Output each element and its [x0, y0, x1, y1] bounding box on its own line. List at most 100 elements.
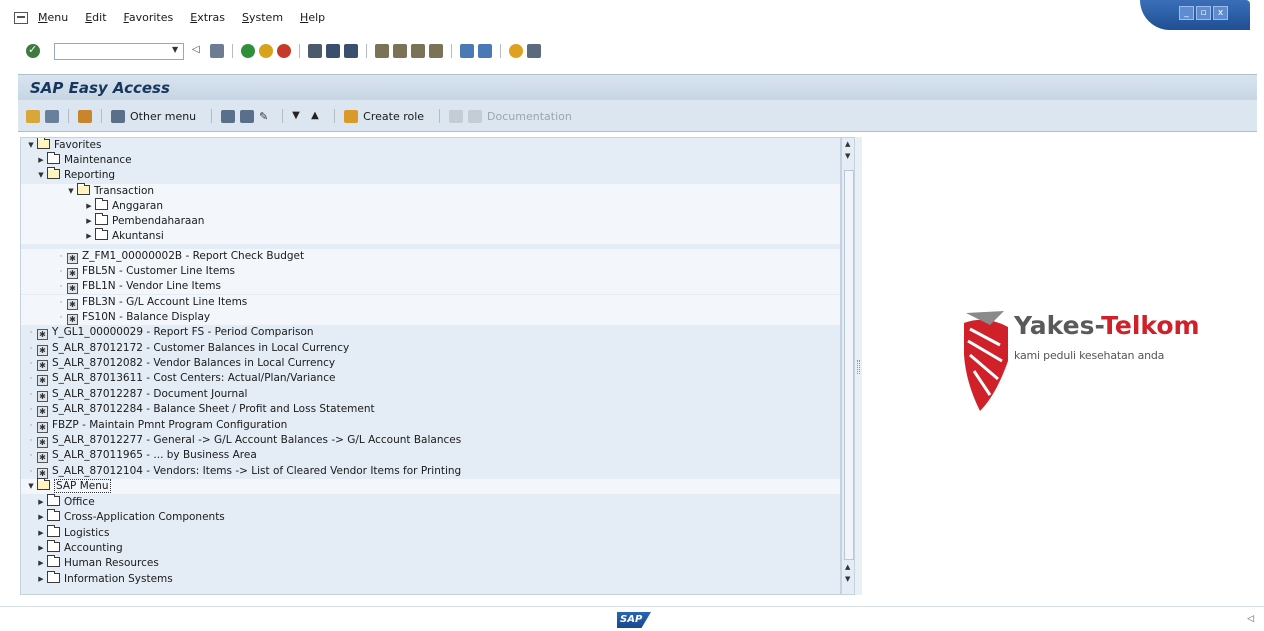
- tree-transaction-item[interactable]: · ✱ S_ALR_87012104 - Vendors: Items -> Lis…: [21, 464, 840, 479]
- scroll-up-icon[interactable]: ▲: [845, 140, 850, 148]
- tree-node-label: FBL5N - Customer Line Items: [82, 265, 236, 277]
- tree-node-office[interactable]: ▶ Office: [21, 494, 840, 510]
- expand-toggle-icon[interactable]: ▶: [37, 153, 45, 168]
- add-to-favorites-icon[interactable]: [221, 109, 236, 123]
- print-icon[interactable]: [308, 44, 322, 58]
- exit-icon[interactable]: [259, 44, 273, 58]
- expand-toggle-icon[interactable]: ▶: [85, 229, 93, 244]
- scroll-up-icon[interactable]: ▲: [845, 563, 850, 571]
- move-down-icon[interactable]: ▼: [292, 110, 306, 123]
- save-icon[interactable]: [210, 44, 224, 58]
- expand-toggle-icon[interactable]: ▶: [37, 495, 45, 510]
- minimize-button[interactable]: _: [1179, 6, 1194, 20]
- tree-node-pembendaharaan[interactable]: ▶ Pembendaharaan: [21, 213, 840, 229]
- tree-transaction-item[interactable]: · ✱ FBL1N - Vendor Line Items: [21, 279, 840, 294]
- tree-node-label: Human Resources: [64, 557, 159, 569]
- menu-extras[interactable]: Extras: [190, 11, 225, 24]
- first-page-icon[interactable]: [375, 44, 389, 58]
- tree-transaction-item[interactable]: · ✱ Y_GL1_00000029 - Report FS - Period Co…: [21, 325, 840, 340]
- tree-transaction-item[interactable]: · ✱ S_ALR_87012277 - General -> G/L Accoun…: [21, 433, 840, 448]
- tree-node-logistics[interactable]: ▶ Logistics: [21, 525, 840, 541]
- tree-transaction-item[interactable]: · ✱ Z_FM1_00000002B - Report Check Budget: [21, 249, 840, 264]
- menu-help[interactable]: Help: [300, 11, 325, 24]
- scroll-thumb[interactable]: [844, 170, 854, 560]
- tree-node-sap-menu[interactable]: ▼ SAP Menu: [21, 478, 840, 494]
- toolbar-separator: [500, 44, 501, 58]
- sap-menu-icon[interactable]: [45, 109, 59, 123]
- last-page-icon[interactable]: [429, 44, 443, 58]
- expand-toggle-icon[interactable]: ▼: [27, 479, 35, 494]
- menu-favorites[interactable]: Favorites: [124, 11, 174, 24]
- expand-toggle-icon[interactable]: ▼: [27, 138, 35, 153]
- previous-page-icon[interactable]: [393, 44, 407, 58]
- command-field[interactable]: [54, 43, 184, 60]
- application-toolbar: Other menu ✎ ▼ ▲ Create role Documentati…: [18, 100, 1257, 132]
- other-menu-button[interactable]: Other menu: [130, 110, 196, 123]
- status-expand-icon[interactable]: ◁: [1247, 614, 1254, 624]
- tree-node-transaction[interactable]: ▼ Transaction: [21, 183, 840, 199]
- tree-node-human-resources[interactable]: ▶ Human Resources: [21, 555, 840, 571]
- tree-node-akuntansi[interactable]: ▶ Akuntansi: [21, 228, 840, 244]
- expand-toggle-icon[interactable]: ▶: [37, 572, 45, 587]
- find-icon[interactable]: [326, 44, 340, 58]
- scroll-down-icon[interactable]: ▼: [845, 152, 850, 160]
- transaction-icon: ✱: [67, 253, 78, 264]
- layout-menu-icon[interactable]: [527, 44, 541, 58]
- scroll-down-icon[interactable]: ▼: [845, 575, 850, 583]
- move-up-icon[interactable]: ▲: [311, 110, 325, 123]
- expand-toggle-icon[interactable]: ▶: [37, 526, 45, 541]
- tree-node-cross-application[interactable]: ▶ Cross-Application Components: [21, 509, 840, 525]
- system-menu-icon[interactable]: [14, 12, 28, 24]
- tree-transaction-item[interactable]: · ✱ S_ALR_87012284 - Balance Sheet / Profi…: [21, 402, 840, 417]
- tree-transaction-item[interactable]: · ✱ S_ALR_87013611 - Cost Centers: Actual/…: [21, 371, 840, 386]
- tree-transaction-item[interactable]: · ✱ S_ALR_87011965 - ... by Business Area: [21, 448, 840, 463]
- tree-transaction-item[interactable]: · ✱ S_ALR_87012172 - Customer Balances in …: [21, 341, 840, 356]
- expand-toggle-icon[interactable]: ▼: [67, 184, 75, 199]
- expand-toggle-icon[interactable]: ▶: [37, 541, 45, 556]
- next-page-icon[interactable]: [411, 44, 425, 58]
- create-role-button[interactable]: Create role: [363, 110, 424, 123]
- shortcut-icon[interactable]: [478, 44, 492, 58]
- tree-transaction-item[interactable]: · ✱ FBL5N - Customer Line Items: [21, 264, 840, 279]
- tree-transaction-item[interactable]: · ✱ FBL3N - G/L Account Line Items: [21, 295, 840, 310]
- menu-menu[interactable]: Menu: [38, 11, 68, 24]
- tree-node-information-systems[interactable]: ▶ Information Systems: [21, 571, 840, 587]
- splitter-grip-icon[interactable]: [857, 360, 860, 374]
- panel-splitter[interactable]: [855, 137, 862, 595]
- expand-toggle-icon[interactable]: ▶: [37, 556, 45, 571]
- close-button[interactable]: x: [1213, 6, 1228, 20]
- change-favorites-icon[interactable]: ✎: [259, 110, 273, 123]
- expand-toggle-icon[interactable]: ▶: [85, 214, 93, 229]
- tree-transaction-item[interactable]: · ✱ S_ALR_87012082 - Vendor Balances in Lo…: [21, 356, 840, 371]
- tree-node-maintenance[interactable]: ▶ Maintenance: [21, 152, 840, 168]
- tree-node-label: Pembendaharaan: [112, 215, 205, 227]
- tree-node-accounting[interactable]: ▶ Accounting: [21, 540, 840, 556]
- back-nav-icon[interactable]: ◁: [192, 44, 206, 58]
- business-workplace-icon[interactable]: [78, 109, 92, 123]
- new-session-icon[interactable]: [460, 44, 474, 58]
- tree-node-reporting[interactable]: ▼ Reporting: [21, 167, 840, 183]
- tree-node-favorites[interactable]: ▼ Favorites: [21, 138, 840, 153]
- create-role-icon[interactable]: [344, 109, 359, 123]
- menu-system[interactable]: System: [242, 11, 283, 24]
- menu-edit[interactable]: Edit: [85, 11, 106, 24]
- other-menu-icon[interactable]: [111, 109, 125, 123]
- expand-toggle-icon[interactable]: ▶: [37, 510, 45, 525]
- tree-vertical-scrollbar[interactable]: ▲ ▼ ▲ ▼: [841, 137, 855, 595]
- enter-icon[interactable]: [26, 43, 40, 58]
- back-icon[interactable]: [241, 44, 255, 58]
- help-icon[interactable]: [509, 44, 523, 58]
- command-dropdown-icon[interactable]: ▼: [172, 45, 182, 57]
- cancel-icon[interactable]: [277, 44, 291, 58]
- user-menu-icon[interactable]: [26, 109, 40, 123]
- expand-toggle-icon[interactable]: ▼: [37, 168, 45, 183]
- expand-toggle-icon[interactable]: ▶: [85, 199, 93, 214]
- delete-favorites-icon[interactable]: [240, 109, 255, 123]
- tree-transaction-item[interactable]: · ✱ S_ALR_87012287 - Document Journal: [21, 387, 840, 402]
- tree-node-anggaran[interactable]: ▶ Anggaran: [21, 198, 840, 214]
- company-logo: Yakes-Telkom kami peduli kesehatan anda: [960, 305, 1260, 415]
- find-next-icon[interactable]: [344, 44, 358, 58]
- tree-transaction-item[interactable]: · ✱ FBZP - Maintain Pmnt Program Configura…: [21, 418, 840, 433]
- maximize-button[interactable]: ▫: [1196, 6, 1211, 20]
- tree-transaction-item[interactable]: · ✱ FS10N - Balance Display: [21, 310, 840, 325]
